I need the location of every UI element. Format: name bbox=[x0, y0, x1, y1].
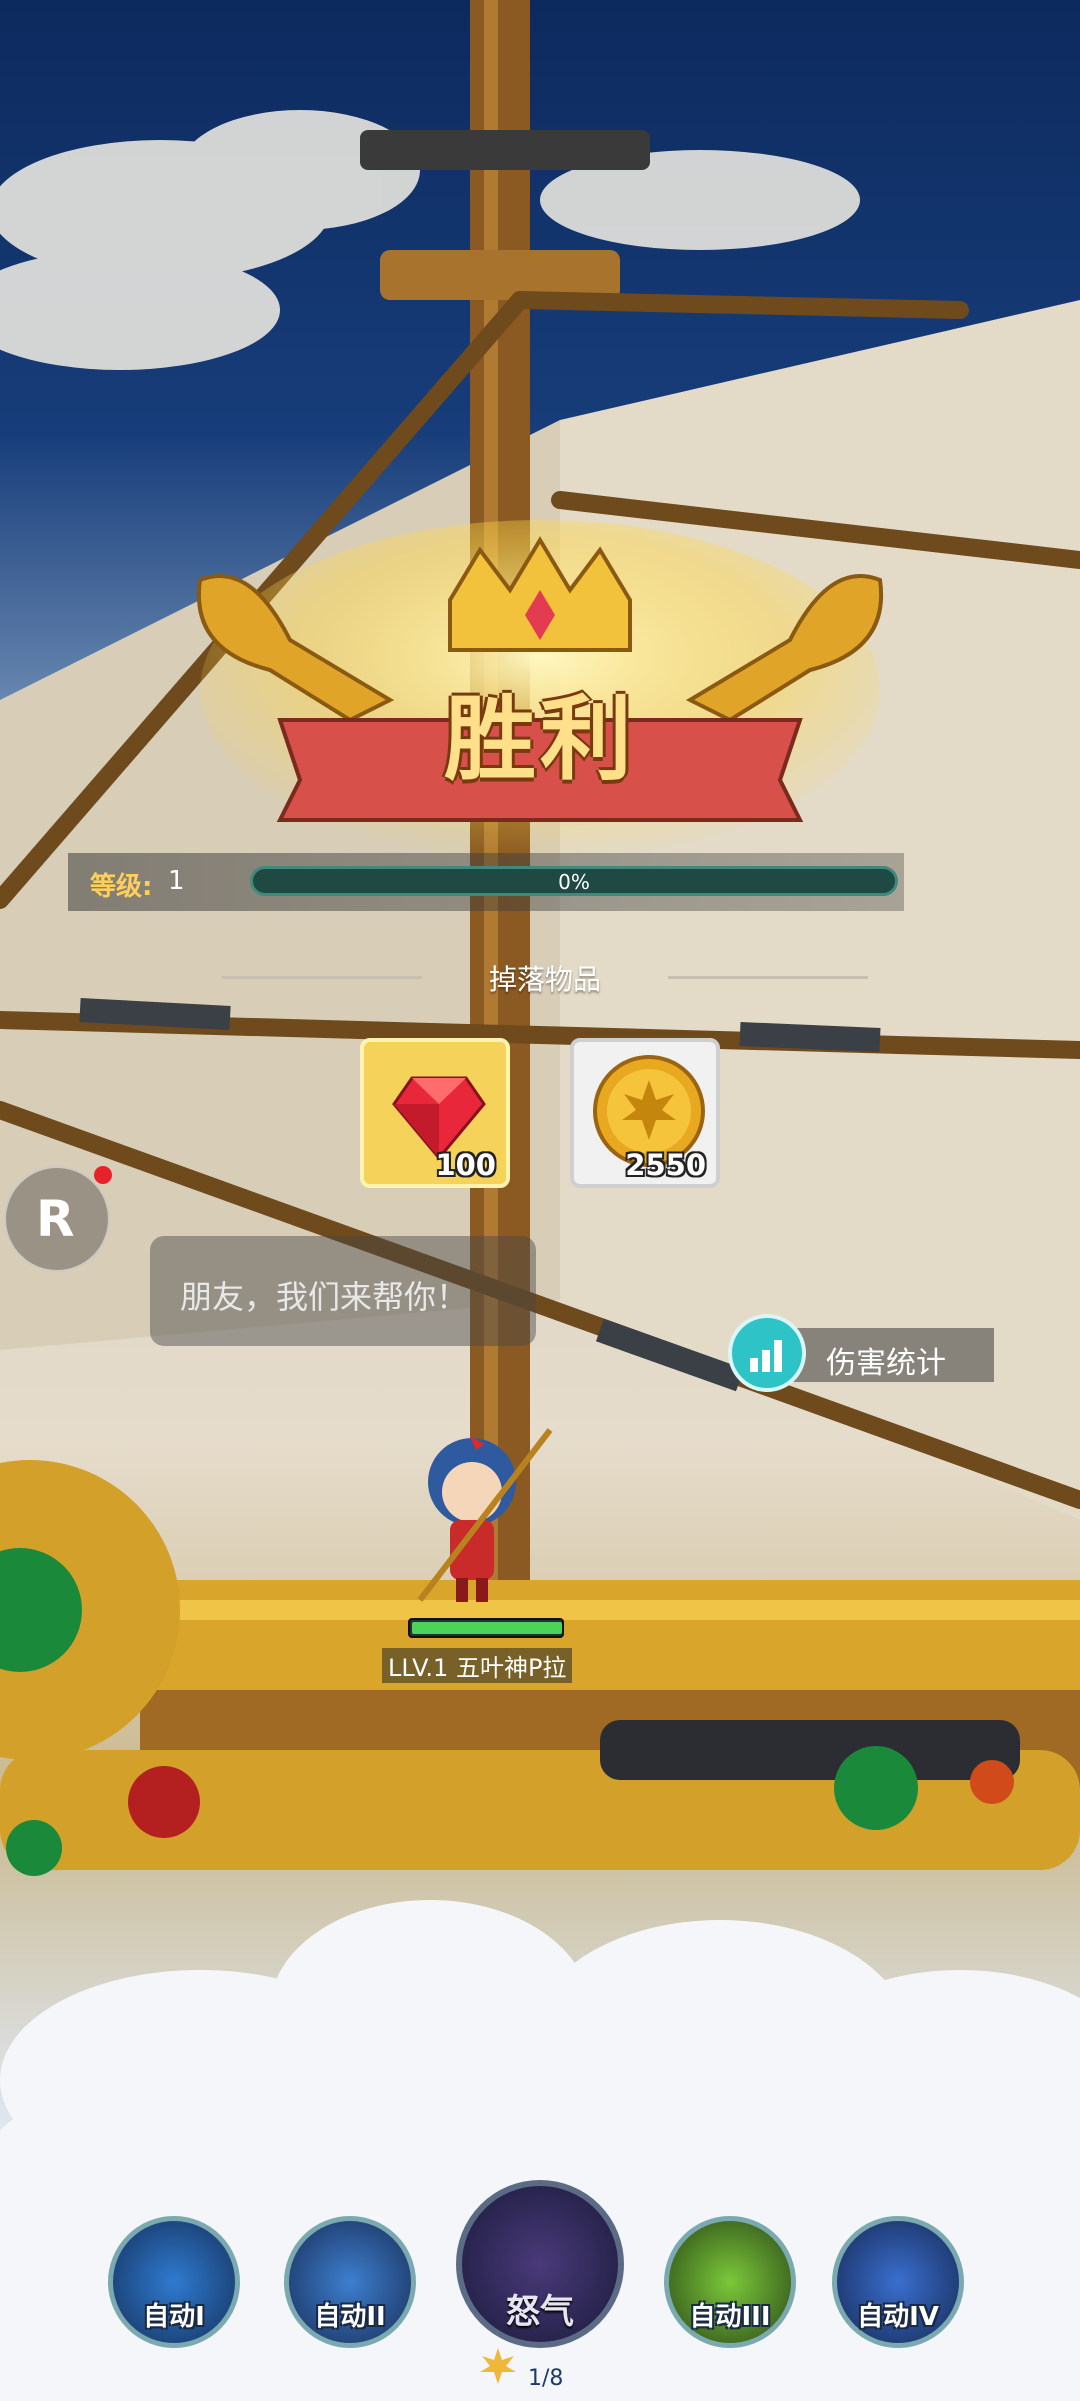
player-name-tag: LLV.1 五叶神P拉 bbox=[382, 1648, 573, 1683]
experience-progress-text: 0% bbox=[558, 870, 590, 894]
drop-item-count: 2550 bbox=[625, 1148, 706, 1182]
player-character bbox=[417, 1428, 553, 1602]
drops-header: 掉落物品 bbox=[222, 958, 868, 998]
rage-label: 怒气 bbox=[506, 2292, 574, 2332]
rage-skill-button[interactable]: 怒气 bbox=[456, 2180, 624, 2348]
r-menu-button[interactable]: R bbox=[4, 1166, 112, 1272]
level-value: 1 bbox=[168, 866, 185, 896]
ship-scene-background bbox=[0, 0, 1080, 2401]
skill-slot-auto-3[interactable]: 自动III bbox=[664, 2216, 796, 2348]
experience-progress-bar: 0% bbox=[250, 866, 898, 896]
chat-bubble: 朋友，我们来帮你！ bbox=[150, 1236, 536, 1346]
skill-slot-auto-4[interactable]: 自动IV bbox=[832, 2216, 964, 2348]
level-label: 等级: bbox=[90, 872, 153, 902]
damage-stats-button[interactable]: 伤害统计 bbox=[728, 1314, 994, 1392]
skill-slot-auto-1[interactable]: 自动I bbox=[108, 2216, 240, 2348]
player-hp-bar bbox=[408, 1618, 564, 1638]
level-progress-row: 等级: 1 0% bbox=[68, 853, 904, 911]
bar-chart-icon bbox=[728, 1314, 806, 1392]
skill-label: 自动III bbox=[689, 2302, 771, 2332]
skill-label: 自动I bbox=[143, 2302, 205, 2332]
drops-title: 掉落物品 bbox=[488, 963, 601, 996]
r-button-letter: R bbox=[36, 1190, 75, 1248]
maple-leaf-icon bbox=[480, 2348, 516, 2384]
skill-label: 自动IV bbox=[857, 2302, 939, 2332]
player-hp-fill bbox=[412, 1622, 562, 1634]
drop-item-coin[interactable]: 2550 bbox=[570, 1038, 720, 1188]
ruby-gem-icon bbox=[392, 1076, 486, 1160]
victory-title: 胜利 bbox=[443, 686, 636, 793]
skill-label: 自动II bbox=[314, 2302, 386, 2332]
notification-dot bbox=[94, 1166, 112, 1184]
drop-item-ruby[interactable]: 100 bbox=[360, 1038, 510, 1188]
rage-counter: 1/8 bbox=[528, 2366, 564, 2391]
damage-stats-label: 伤害统计 bbox=[826, 1346, 946, 1381]
drop-item-count: 100 bbox=[435, 1148, 496, 1182]
chat-text: 朋友，我们来帮你！ bbox=[180, 1278, 469, 1316]
skill-slot-auto-2[interactable]: 自动II bbox=[284, 2216, 416, 2348]
